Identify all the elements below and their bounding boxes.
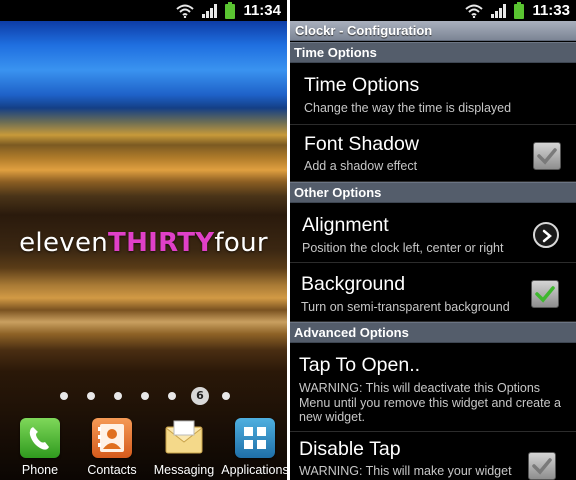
pref-title: Disable Tap — [299, 438, 401, 460]
section-header-time: Time Options — [290, 42, 576, 63]
clock-minute-ones: four — [214, 228, 268, 258]
home-screen: 11:34 elevenTHIRTYfour 6 Phone Contacts … — [0, 0, 287, 480]
dock-contacts[interactable]: Contacts — [76, 414, 148, 477]
dock-label: Contacts — [87, 463, 137, 477]
page-dot — [141, 392, 149, 400]
pref-summary: Change the way the time is displayed — [304, 101, 512, 115]
current-page-badge: 6 — [191, 387, 209, 405]
clock-widget[interactable]: elevenTHIRTYfour — [0, 228, 287, 270]
pref-background[interactable]: Background Turn on semi-transparent back… — [290, 263, 576, 322]
phone-icon — [20, 418, 60, 458]
clock-hour: eleven — [19, 228, 109, 258]
status-time: 11:33 — [532, 2, 570, 19]
battery-icon — [225, 2, 236, 19]
section-label: Other Options — [294, 185, 382, 200]
pref-summary: WARNING: This will deactivate this Optio… — [299, 381, 561, 424]
dock: Phone Contacts Messaging Applications — [0, 414, 287, 480]
page-dot — [87, 392, 95, 400]
contacts-icon — [92, 418, 132, 458]
section-label: Time Options — [294, 45, 377, 60]
check-icon — [537, 148, 557, 165]
page-dot — [222, 392, 230, 400]
dock-label: Messaging — [153, 463, 215, 477]
pref-font-shadow[interactable]: Font Shadow Add a shadow effect — [290, 125, 576, 182]
pref-title: Tap To Open.. — [299, 354, 421, 376]
alignment-chevron-button[interactable] — [533, 222, 559, 248]
pref-title: Alignment — [302, 214, 389, 236]
pref-disable-tap[interactable]: Disable Tap WARNING: This will make your… — [290, 432, 576, 480]
page-indicator: 6 — [56, 387, 236, 405]
pref-title: Time Options — [304, 74, 420, 96]
pref-title: Background — [301, 273, 406, 295]
status-bar: 11:33 — [290, 0, 576, 21]
config-screen: 11:33 Clockr - Configuration Time Option… — [290, 0, 576, 480]
font-shadow-checkbox[interactable] — [533, 142, 561, 170]
section-label: Advanced Options — [294, 325, 409, 340]
pref-summary: Turn on semi-transparent background — [301, 300, 510, 314]
dock-messaging[interactable]: Messaging — [148, 414, 220, 477]
chevron-right-icon — [542, 229, 552, 243]
pref-summary: WARNING: This will make your widget — [299, 464, 512, 478]
clock-minute-tens: THIRTY — [108, 228, 215, 258]
disable-tap-checkbox[interactable] — [528, 452, 556, 480]
status-bar: 11:34 — [0, 0, 287, 21]
pref-summary: Add a shadow effect — [304, 159, 418, 173]
check-icon — [535, 286, 555, 303]
wifi-icon — [176, 4, 195, 18]
dock-label: Phone — [21, 463, 59, 477]
battery-icon — [514, 2, 525, 19]
title-bar: Clockr - Configuration — [290, 21, 576, 41]
section-header-advanced: Advanced Options — [290, 322, 576, 343]
dock-label: Applications — [221, 463, 287, 477]
wifi-icon — [465, 4, 484, 18]
signal-icon — [202, 3, 218, 18]
pref-summary: Position the clock left, center or right — [302, 241, 504, 255]
messaging-icon — [164, 418, 204, 458]
window-title: Clockr - Configuration — [295, 23, 433, 38]
applications-icon — [235, 418, 275, 458]
background-checkbox[interactable] — [531, 280, 559, 308]
pref-time-options[interactable]: Time Options Change the way the time is … — [290, 64, 576, 125]
page-dot — [168, 392, 176, 400]
page-dot — [60, 392, 68, 400]
pref-alignment[interactable]: Alignment Position the clock left, cente… — [290, 204, 576, 263]
dock-applications[interactable]: Applications — [219, 414, 287, 477]
section-header-other: Other Options — [290, 182, 576, 203]
signal-icon — [491, 3, 507, 18]
pref-tap-to-open[interactable]: Tap To Open.. WARNING: This will deactiv… — [290, 344, 576, 432]
status-time: 11:34 — [243, 2, 281, 19]
pref-title: Font Shadow — [304, 133, 419, 155]
dock-phone[interactable]: Phone — [4, 414, 76, 477]
check-icon — [532, 458, 552, 475]
page-dot — [114, 392, 122, 400]
